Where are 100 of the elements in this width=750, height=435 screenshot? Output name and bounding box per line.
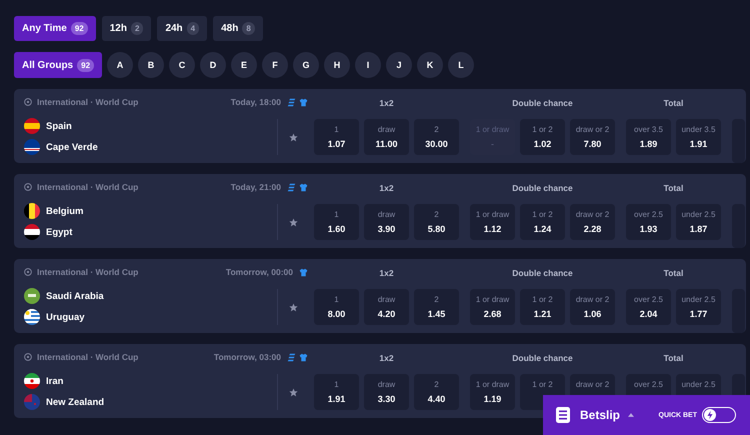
odds-button[interactable]: 1 or draw 1.12 — [470, 204, 515, 240]
team-name: New Zealand — [46, 396, 104, 408]
time-filter-tab[interactable]: 24h 4 — [157, 16, 208, 41]
caret-icon[interactable] — [628, 413, 634, 417]
group-filter-tab[interactable]: A — [107, 52, 134, 78]
document-icon — [556, 407, 570, 423]
odds-button[interactable]: draw or 2 2.28 — [570, 204, 615, 240]
group-filter-tab[interactable]: F — [262, 52, 288, 78]
odds-button[interactable]: 1 or 2 1.02 — [520, 119, 565, 155]
shirt-icon[interactable] — [299, 182, 308, 192]
star-icon[interactable] — [288, 302, 298, 312]
bolt-icon — [704, 409, 716, 421]
group-filter-tab[interactable]: H — [324, 52, 350, 78]
odds-button[interactable]: over 2.5 2.04 — [626, 289, 671, 325]
team-name: Cape Verde — [46, 142, 98, 152]
match-time: Tomorrow, 00:00 — [226, 267, 293, 277]
time-filter-tab[interactable]: Any Time 92 — [14, 16, 96, 41]
quick-bet-toggle[interactable] — [702, 407, 736, 423]
count-badge: 92 — [77, 58, 94, 72]
team-name: Iran — [46, 376, 64, 386]
group-filter-tab[interactable]: K — [417, 52, 444, 78]
time-filter-tab[interactable]: 48h 8 — [213, 16, 263, 41]
odds-button[interactable]: 1 1.07 — [314, 119, 359, 155]
count-badge: 4 — [186, 22, 200, 35]
market-title: Double chance — [511, 353, 574, 365]
group-filter-tab[interactable]: B — [138, 52, 164, 78]
odds-button[interactable]: draw or 2 1.06 — [570, 289, 615, 325]
odds-button[interactable]: 1 8.00 — [314, 289, 359, 325]
odds-button[interactable]: under 3.5 1.91 — [676, 119, 721, 155]
league-label: International · World Cup — [37, 182, 140, 192]
odds-button[interactable]: 2 30.00 — [414, 119, 459, 155]
shirt-icon[interactable] — [299, 268, 308, 276]
team-name: Egypt — [46, 226, 72, 238]
team-name: Uruguay — [46, 312, 85, 322]
odds-button[interactable]: draw 3.90 — [364, 204, 409, 240]
bars-icon[interactable] — [287, 352, 296, 362]
market-title: 1x2 — [378, 183, 395, 195]
group-filter-tab[interactable]: I — [355, 52, 382, 78]
betslip-title: Betslip — [580, 408, 620, 422]
star-icon[interactable] — [288, 388, 298, 396]
odds-button[interactable]: under 2.5 1.87 — [676, 204, 721, 240]
market-title: Total — [662, 353, 684, 365]
odds-button[interactable]: over 3.5 1.89 — [626, 119, 671, 155]
odds-button[interactable]: draw 4.20 — [364, 289, 409, 325]
shirt-icon[interactable] — [299, 352, 308, 362]
market-title: Total — [662, 98, 684, 110]
odds-button[interactable]: draw 11.00 — [364, 119, 409, 155]
league-label: International · World Cup — [37, 97, 140, 107]
ball-icon — [24, 183, 32, 191]
odds-button[interactable]: draw 3.30 — [364, 374, 409, 410]
odds-button[interactable]: 1 or 2 1.21 — [520, 289, 565, 325]
group-filter-tab[interactable]: L — [448, 52, 474, 78]
group-filter-tab[interactable]: G — [293, 52, 320, 78]
count-badge: 8 — [242, 22, 255, 35]
ball-icon — [24, 268, 32, 276]
group-filter-tab[interactable]: C — [169, 52, 196, 78]
group-filter-tab[interactable]: D — [200, 52, 226, 78]
time-filter-tab[interactable]: 12h 2 — [102, 16, 152, 41]
odds-button[interactable]: 2 1.45 — [414, 289, 459, 325]
odds-button[interactable]: 1 or 2 1.24 — [520, 204, 565, 240]
flag-icon — [24, 309, 40, 325]
ball-icon — [24, 98, 32, 106]
flag-icon — [24, 203, 40, 219]
ball-icon — [24, 353, 32, 361]
market-title: Double chance — [511, 98, 574, 110]
market-title: 1x2 — [378, 268, 395, 280]
league-label: International · World Cup — [37, 267, 140, 277]
market-title: Double chance — [511, 268, 574, 280]
league-label: International · World Cup — [37, 352, 140, 362]
group-filter-tab[interactable]: All Groups 92 — [14, 52, 102, 78]
match-time: Today, 21:00 — [230, 182, 281, 192]
shirt-icon[interactable] — [299, 98, 308, 106]
flag-icon — [24, 288, 40, 304]
group-filter-tab[interactable]: E — [231, 52, 258, 78]
match-time: Today, 18:00 — [230, 97, 281, 107]
market-title: 1x2 — [378, 98, 395, 110]
odds-button[interactable]: under 2.5 1.77 — [676, 289, 721, 325]
bars-icon[interactable] — [287, 98, 296, 106]
count-badge: 92 — [70, 22, 88, 35]
flag-icon — [24, 139, 40, 155]
market-title: 1x2 — [378, 353, 395, 365]
market-title: Total — [662, 268, 684, 280]
odds-button[interactable]: 1 or draw 1.19 — [470, 374, 515, 410]
odds-button[interactable]: 1 1.91 — [314, 374, 359, 410]
flag-icon — [24, 224, 40, 240]
odds-button[interactable]: draw or 2 7.80 — [570, 119, 615, 155]
market-title: Total — [662, 183, 684, 195]
odds-button[interactable]: 2 5.80 — [414, 204, 459, 240]
star-icon[interactable] — [288, 132, 298, 142]
match-time: Tomorrow, 03:00 — [214, 352, 281, 362]
odds-button[interactable]: 1 or draw 2.68 — [470, 289, 515, 325]
star-icon[interactable] — [288, 218, 298, 226]
team-name: Spain — [46, 120, 72, 132]
flag-icon — [24, 118, 40, 134]
odds-button[interactable]: over 2.5 1.93 — [626, 204, 671, 240]
odds-button[interactable]: 2 4.40 — [414, 374, 459, 410]
flag-icon — [24, 394, 40, 410]
bars-icon[interactable] — [287, 182, 296, 192]
group-filter-tab[interactable]: J — [386, 52, 412, 78]
odds-button[interactable]: 1 1.60 — [314, 204, 359, 240]
